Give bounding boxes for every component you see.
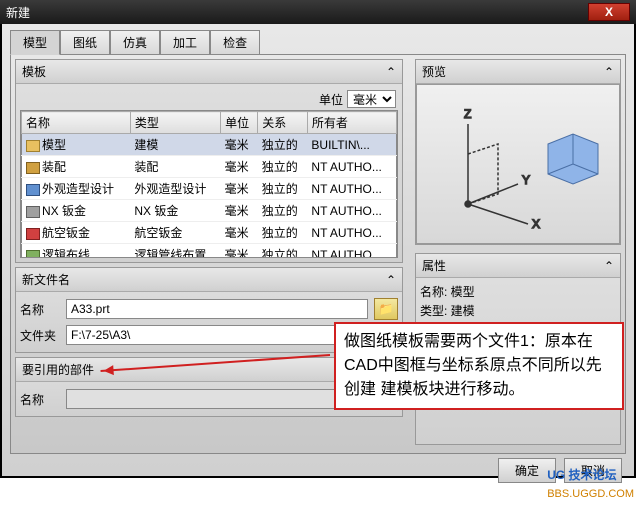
row-icon xyxy=(26,206,40,218)
svg-text:Y: Y xyxy=(522,173,530,187)
annotation-callout: 做图纸模板需要两个文件1：原本在CAD中图框与坐标系原点不同所以先创建 建模板块… xyxy=(334,322,624,410)
svg-text:Z: Z xyxy=(464,107,471,121)
template-table: 名称 类型 单位 关系 所有者 模型建模毫米独立的BUILTIN\...装配装配… xyxy=(21,111,397,258)
tab-model[interactable]: 模型 xyxy=(10,30,60,55)
row-icon xyxy=(26,162,40,174)
collapse-icon[interactable]: ⌃ xyxy=(386,65,396,79)
row-icon xyxy=(26,140,40,152)
col-owner[interactable]: 所有者 xyxy=(307,112,396,134)
collapse-icon[interactable]: ⌃ xyxy=(604,259,614,273)
col-type[interactable]: 类型 xyxy=(130,112,220,134)
axis-icon: Z X Y xyxy=(428,94,608,234)
template-title: 模板 xyxy=(22,63,46,80)
tab-inspection[interactable]: 检查 xyxy=(210,30,260,54)
table-row[interactable]: 逻辑布线逻辑管线布置毫米独立的NT AUTHO... xyxy=(22,244,397,259)
folder-input[interactable] xyxy=(66,325,368,345)
tab-drawing[interactable]: 图纸 xyxy=(60,30,110,54)
property-row: 名称: 模型 xyxy=(420,282,616,301)
table-row[interactable]: 装配装配毫米独立的NT AUTHO... xyxy=(22,156,397,178)
close-icon: X xyxy=(605,5,613,19)
newfile-title: 新文件名 xyxy=(22,271,70,288)
properties-title: 属性 xyxy=(422,257,446,274)
unit-label: 单位 xyxy=(319,91,343,108)
preview-group: 预览 ⌃ Z X Y xyxy=(415,59,621,245)
property-row: 类型: 建模 xyxy=(420,301,616,320)
name-input[interactable] xyxy=(66,299,368,319)
preview-title: 预览 xyxy=(422,63,446,80)
folder-icon: 📁 xyxy=(379,302,394,316)
row-icon xyxy=(26,184,40,196)
row-icon xyxy=(26,228,40,240)
table-row[interactable]: 航空钣金航空钣金毫米独立的NT AUTHO... xyxy=(22,222,397,244)
tab-machining[interactable]: 加工 xyxy=(160,30,210,54)
name-label: 名称 xyxy=(20,301,60,318)
tab-simulation[interactable]: 仿真 xyxy=(110,30,160,54)
svg-text:X: X xyxy=(532,217,540,231)
col-name[interactable]: 名称 xyxy=(22,112,131,134)
table-row[interactable]: NX 钣金NX 钣金毫米独立的NT AUTHO... xyxy=(22,200,397,222)
watermark: UG 技术论坛BBS.UGGD.COM xyxy=(547,466,634,502)
template-group: 模板 ⌃ 单位 毫米 名称 类型 单位 关系 xyxy=(15,59,403,263)
refname-label: 名称 xyxy=(20,391,60,408)
title-bar: 新建 X xyxy=(0,0,636,24)
close-button[interactable]: X xyxy=(588,3,630,21)
window-title: 新建 xyxy=(6,4,588,21)
collapse-icon[interactable]: ⌃ xyxy=(386,273,396,287)
table-row[interactable]: 外观造型设计外观造型设计毫米独立的NT AUTHO... xyxy=(22,178,397,200)
preview-canvas: Z X Y xyxy=(416,84,620,244)
row-icon xyxy=(26,250,40,258)
unit-select[interactable]: 毫米 xyxy=(347,90,396,108)
refpart-title: 要引用的部件 xyxy=(22,361,94,378)
name-browse-button[interactable]: 📁 xyxy=(374,298,398,320)
main-tabs: 模型 图纸 仿真 加工 检查 xyxy=(6,28,630,54)
refname-input[interactable] xyxy=(66,389,368,409)
col-unit[interactable]: 单位 xyxy=(221,112,258,134)
col-rel[interactable]: 关系 xyxy=(258,112,308,134)
collapse-icon[interactable]: ⌃ xyxy=(604,65,614,79)
folder-label: 文件夹 xyxy=(20,327,60,344)
table-row[interactable]: 模型建模毫米独立的BUILTIN\... xyxy=(22,134,397,156)
